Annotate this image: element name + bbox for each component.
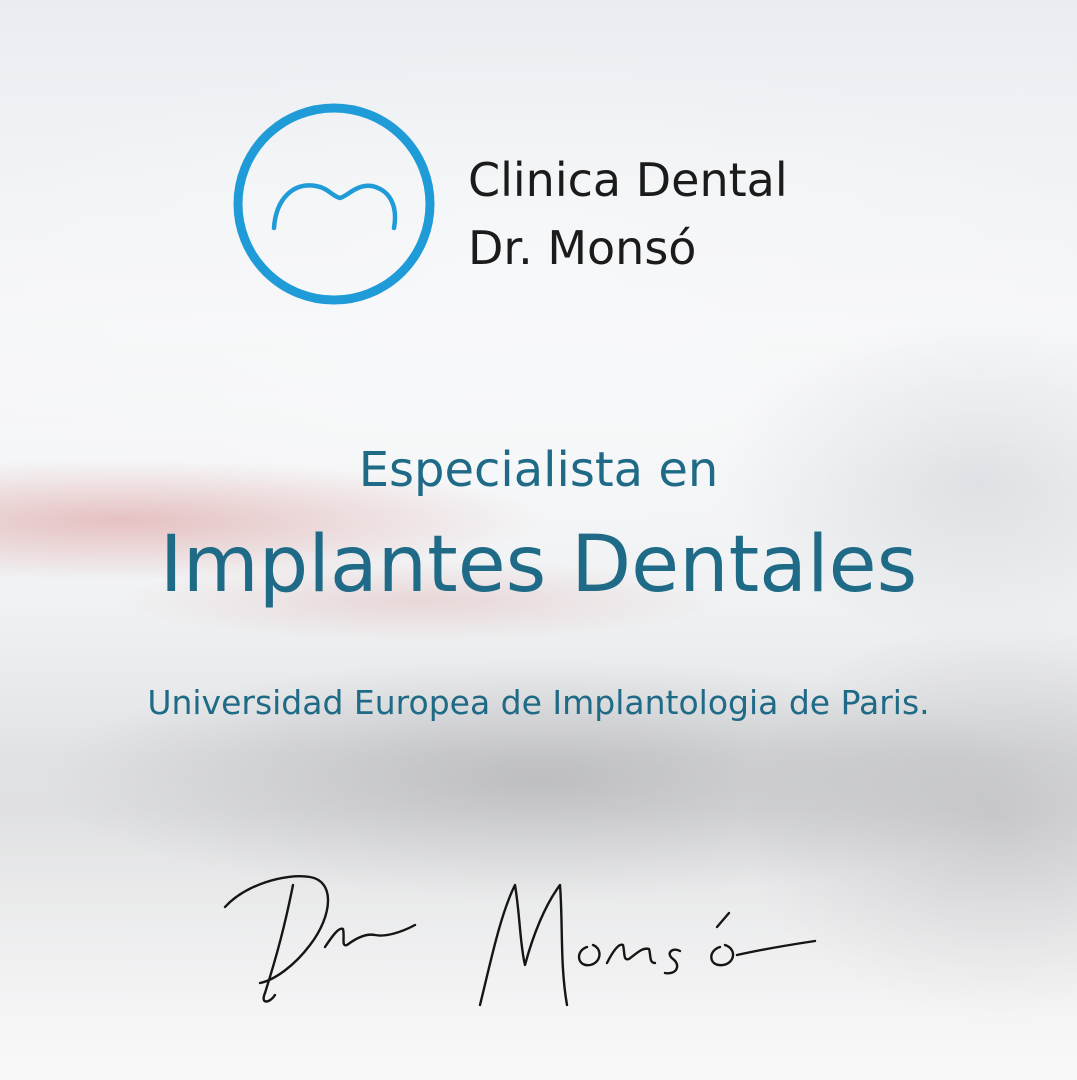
clinic-name-line1: Clinica Dental [468, 153, 788, 207]
clinic-name: Clinica Dental Dr. Monsó [468, 146, 788, 282]
specialty-headline: Implantes Dentales [159, 520, 918, 610]
specialist-subtitle: Especialista en [358, 442, 719, 498]
clinic-logo-icon [233, 103, 435, 305]
promo-poster: Clinica Dental Dr. Monsó Especialista en… [0, 0, 1077, 1080]
university-affiliation: Universidad Europea de Implantologia de … [147, 683, 930, 722]
clinic-name-line2: Dr. Monsó [468, 221, 697, 275]
signature-icon [223, 875, 817, 1007]
